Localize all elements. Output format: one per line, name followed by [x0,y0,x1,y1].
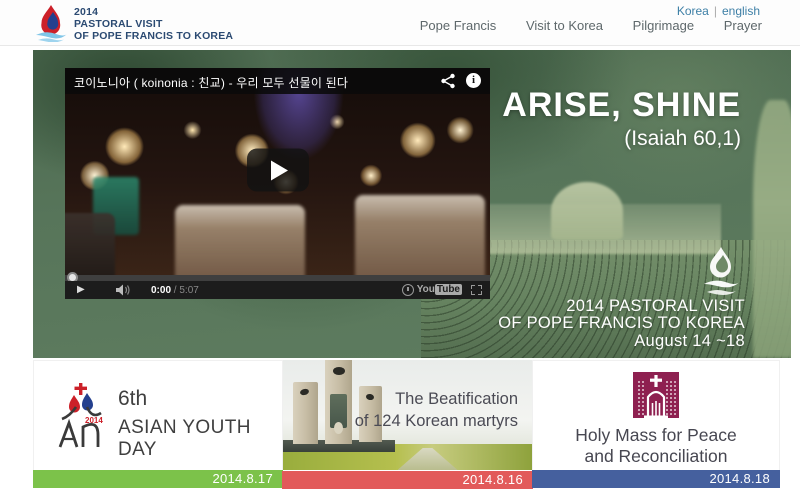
panel2-line1: The Beatification [355,388,518,410]
asian-youth-day-logo: 2014 [54,381,110,451]
holy-mass-church-icon [633,372,679,418]
hero-dome-image [551,182,623,240]
youtube-player: 코이노니아 ( koinonia : 친교) - 우리 모두 선물이 된다 i … [65,68,490,299]
monument-pillar-left [293,382,318,444]
page: 2014 PASTORAL VISIT OF POPE FRANCIS TO K… [0,0,800,500]
nav-prayer[interactable]: Prayer [724,18,762,33]
video-title-bar: 코이노니아 ( koinonia : 친교) - 우리 모두 선물이 된다 i [65,68,490,94]
nav-pilgrimage[interactable]: Pilgrimage [633,18,694,33]
martyrs-monument-image: The Beatification of 124 Korean martyrs [283,360,532,470]
site-title-year: 2014 [74,6,233,18]
youtube-logo-you: You [417,284,435,295]
speaker-icon[interactable] [115,284,131,296]
hero-caption: 2014 PASTORAL VISIT OF POPE FRANCIS TO K… [498,298,745,351]
svg-text:2014: 2014 [85,416,103,425]
language-switcher: Korea | english [677,4,760,18]
lang-korea-link[interactable]: Korea [677,4,709,18]
video-control-bar: ▶ 0:00 / 5:07 YouTube [65,281,490,299]
hero-banner: 코이노니아 ( koinonia : 친교) - 우리 모두 선물이 된다 i … [33,50,791,358]
panel-title: Holy Mass for Peace and Reconciliation [533,425,779,467]
panel-holy-mass[interactable]: Holy Mass for Peace and Reconciliation 2… [532,360,780,488]
hero-caption-line2: OF POPE FRANCIS TO KOREA [498,315,745,333]
youtube-logo-tube: Tube [435,284,462,295]
video-play-overlay-button[interactable] [247,148,309,191]
video-duration: 5:07 [179,285,198,296]
lang-english-link[interactable]: english [722,4,760,18]
site-title[interactable]: 2014 PASTORAL VISIT OF POPE FRANCIS TO K… [74,6,233,42]
main-nav: Pope Francis Visit to Korea Pilgrimage P… [394,18,762,33]
hero-caption-line1: 2014 PASTORAL VISIT [498,298,745,316]
site-logo-flame-icon[interactable] [34,4,68,42]
monument-pillar-center [325,360,352,444]
video-glass-candle [175,205,305,275]
share-icon[interactable] [440,73,456,89]
panel1-line2: ASIAN YOUTH DAY [118,417,282,461]
info-icon[interactable]: i [466,73,481,88]
event-panels: 2014 6th ASIAN YOUTH DAY 2014.8.17 The B… [33,360,780,488]
panel3-line1: Holy Mass for Peace [533,425,779,446]
panel-asian-youth-day[interactable]: 2014 6th ASIAN YOUTH DAY 2014.8.17 [33,360,283,488]
panel-beatification[interactable]: The Beatification of 124 Korean martyrs … [283,360,532,488]
panel3-date-bar[interactable]: 2014.8.18 [532,470,780,488]
hero-headline: ARISE, SHINE (Isaiah 60,1) [502,86,741,151]
panel1-date-bar[interactable]: 2014.8.17 [33,470,283,488]
panel-title: 6th ASIAN YOUTH DAY [118,387,282,461]
panel2-line2: of 124 Korean martyrs [355,410,518,432]
hero-caption-line3: August 14 ~18 [498,333,745,351]
hero-headline-text: ARISE, SHINE [502,86,741,125]
hero-statue-image [753,100,791,358]
video-glass-candle [355,195,485,275]
hero-subheadline-text: (Isaiah 60,1) [502,127,741,151]
play-icon[interactable]: ▶ [77,284,85,295]
lang-separator: | [714,4,717,18]
fullscreen-icon[interactable] [471,285,482,295]
youtube-logo[interactable]: YouTube [417,284,462,295]
site-title-line2: PASTORAL VISIT [74,18,233,30]
watch-later-icon[interactable] [402,284,414,296]
panel1-line1: 6th [118,387,282,411]
nav-visit-to-korea[interactable]: Visit to Korea [526,18,603,33]
video-dark-object [65,213,115,275]
site-title-line3: OF POPE FRANCIS TO KOREA [74,30,233,42]
video-current-time: 0:00 [151,285,171,296]
panel-title: The Beatification of 124 Korean martyrs [355,388,518,432]
hero-flame-emblem-icon [701,246,741,298]
panel3-line2: and Reconciliation [533,446,779,467]
video-title-link[interactable]: 코이노니아 ( koinonia : 친교) - 우리 모두 선물이 된다 [74,74,348,91]
site-header: 2014 PASTORAL VISIT OF POPE FRANCIS TO K… [0,0,800,46]
nav-pope-francis[interactable]: Pope Francis [420,18,497,33]
panel2-date-bar[interactable]: 2014.8.16 [282,471,533,489]
video-time-display: 0:00 / 5:07 [151,285,199,296]
